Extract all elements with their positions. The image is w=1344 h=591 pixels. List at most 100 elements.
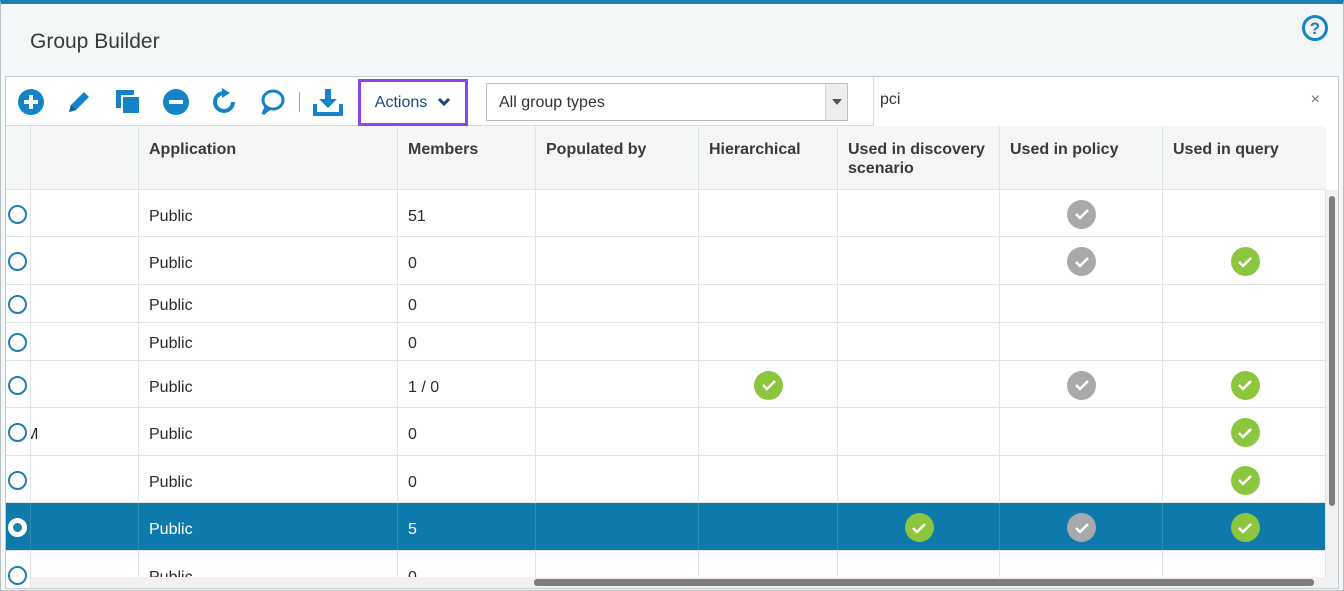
cell-discovery-col [838, 323, 1000, 360]
cell-hierarchical-col [699, 237, 838, 284]
cell-select-col [6, 361, 31, 407]
column-header-select-col[interactable] [6, 126, 31, 189]
cell-hierarchical-col [699, 190, 838, 236]
column-header-discovery-col[interactable]: Used in discovery scenario [838, 126, 1000, 189]
table-row[interactable]: Public 51 [6, 190, 1326, 237]
column-header-policy-col[interactable]: Used in policy [1000, 126, 1163, 189]
cell-name-col: M [31, 408, 139, 455]
cell-select-col [6, 190, 31, 236]
actions-dropdown[interactable]: Actions [358, 79, 468, 126]
cell-query-col [1163, 408, 1326, 455]
cell-policy-col [1000, 190, 1163, 236]
check-icon [1067, 199, 1096, 229]
groups-panel: Actions All group types × ApplicationMem… [5, 76, 1339, 589]
cell-application-col: Public [139, 408, 398, 455]
cell-application-col: Public [139, 323, 398, 360]
cell-select-col [6, 237, 31, 284]
cell-select-col [6, 408, 31, 455]
group-builder-window: Group Builder ? Actions All group types … [0, 0, 1344, 591]
refresh-icon[interactable] [209, 87, 239, 117]
cell-populated-by-col [536, 190, 699, 236]
cell-hierarchical-col [699, 503, 838, 550]
cell-discovery-col [838, 361, 1000, 407]
check-icon [1230, 513, 1260, 542]
toolbar: Actions All group types × [6, 77, 1338, 126]
actions-label: Actions [374, 93, 428, 111]
row-radio[interactable] [8, 518, 27, 537]
table-row[interactable]: Public 5 [6, 503, 1326, 551]
edit-icon[interactable] [64, 87, 94, 117]
column-header-members-col[interactable]: Members [398, 126, 536, 189]
horizontal-scroll-thumb[interactable] [534, 579, 1314, 586]
cell-populated-by-col [536, 408, 699, 455]
cell-hierarchical-col [699, 361, 838, 407]
check-icon [1230, 465, 1260, 495]
help-icon[interactable]: ? [1302, 15, 1328, 41]
cell-name-col [31, 237, 139, 284]
clear-icon[interactable]: × [1311, 91, 1320, 109]
cell-policy-col [1000, 456, 1163, 502]
cell-discovery-col [838, 456, 1000, 502]
table-row[interactable]: Public0 [6, 456, 1326, 503]
column-header-application-col[interactable]: Application [139, 126, 398, 189]
cell-application-col: Public [139, 503, 398, 550]
cell-populated-by-col [536, 456, 699, 502]
column-header-hierarchical-col[interactable]: Hierarchical [699, 126, 838, 189]
cell-name-col [31, 285, 139, 322]
cell-select-col [6, 503, 31, 550]
row-radio[interactable] [8, 566, 27, 585]
cell-policy-col [1000, 285, 1163, 322]
group-type-select[interactable]: All group types [486, 83, 848, 121]
row-radio[interactable] [8, 333, 27, 352]
cell-populated-by-col [536, 503, 699, 550]
horizontal-scrollbar[interactable] [31, 577, 1327, 588]
table-row[interactable]: Public0 [6, 285, 1326, 323]
vertical-scrollbar[interactable] [1325, 190, 1338, 588]
column-header-populated-by-col[interactable]: Populated by [536, 126, 699, 189]
copy-icon[interactable] [113, 87, 143, 117]
row-radio[interactable] [8, 252, 27, 271]
cell-members-col: 5 [398, 503, 536, 550]
cell-query-col [1163, 190, 1326, 236]
add-icon[interactable] [16, 87, 46, 117]
download-icon[interactable] [313, 87, 343, 117]
column-header-query-col[interactable]: Used in query [1163, 126, 1326, 189]
check-icon [1230, 370, 1260, 400]
cell-query-col [1163, 237, 1326, 284]
check-icon [1067, 370, 1096, 400]
cell-select-col [6, 456, 31, 502]
cell-hierarchical-col [699, 285, 838, 322]
title-bar: Group Builder ? [1, 4, 1343, 76]
caret-down-icon[interactable] [825, 84, 847, 120]
search-input[interactable] [880, 91, 1280, 109]
vertical-scroll-thumb[interactable] [1329, 196, 1335, 506]
column-header-name-col[interactable] [31, 126, 139, 189]
check-icon [1067, 513, 1096, 542]
row-radio[interactable] [8, 295, 27, 314]
cell-hierarchical-col [699, 323, 838, 360]
cell-members-col: 0 [398, 456, 536, 502]
row-radio[interactable] [8, 470, 27, 490]
chevron-down-icon [437, 94, 451, 112]
row-radio[interactable] [8, 375, 27, 395]
row-radio[interactable] [8, 204, 27, 224]
cell-policy-col [1000, 323, 1163, 360]
cell-name-col [31, 361, 139, 407]
table-row[interactable]: Public0 [6, 323, 1326, 361]
cell-members-col: 0 [398, 323, 536, 360]
table-row[interactable]: Public0 [6, 237, 1326, 285]
row-radio[interactable] [8, 423, 27, 442]
cell-name-col [31, 503, 139, 550]
comment-icon[interactable] [257, 87, 287, 117]
cell-application-col: Public [139, 190, 398, 236]
cell-query-col [1163, 456, 1326, 502]
cell-application-col: Public [139, 237, 398, 284]
table-row[interactable]: Public 1 / 0 [6, 361, 1326, 408]
cell-application-col: Public [139, 361, 398, 407]
cell-discovery-col [838, 190, 1000, 236]
cell-name-col [31, 190, 139, 236]
table-row[interactable]: MPublic0 [6, 408, 1326, 456]
remove-icon[interactable] [161, 87, 191, 117]
page-title: Group Builder [30, 30, 160, 53]
cell-query-col [1163, 503, 1326, 550]
